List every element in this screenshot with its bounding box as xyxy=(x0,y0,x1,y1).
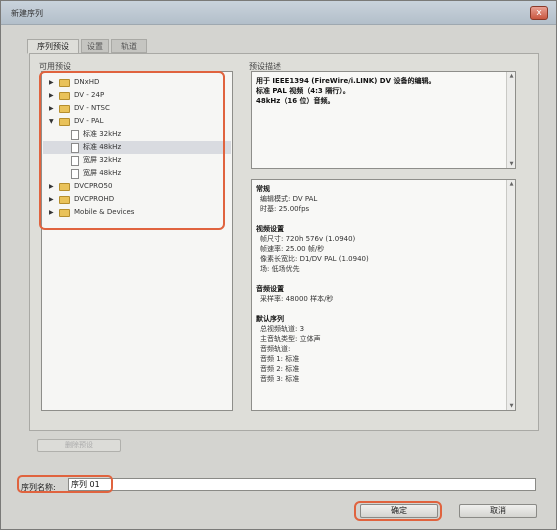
details-line: 音频 1: 标准 xyxy=(260,355,300,363)
preset-description-box: 用于 IEEE1394 (FireWire/i.LINK) DV 设备的编辑。 … xyxy=(251,71,516,169)
details-line: 总视频轨道: 3 xyxy=(260,325,305,333)
window-title: 新建序列 xyxy=(11,9,43,18)
scroll-down-icon[interactable]: ▼ xyxy=(508,403,515,409)
details-line: 帧尺寸: 720h 576v (1.0940) xyxy=(260,235,356,243)
delete-preset-button[interactable]: 删除预设 xyxy=(37,439,121,452)
preset-details-box: 常规编辑模式: DV PAL 时基: 25.00fps 视频设置帧尺寸: 720h … xyxy=(251,179,516,411)
ok-highlight-frame xyxy=(354,501,442,521)
details-heading: 常规 xyxy=(256,185,270,193)
details-line: 帧速率: 25.00 帧/秒 xyxy=(260,245,325,253)
cancel-button[interactable]: 取消 xyxy=(459,504,537,518)
tab-tracks[interactable]: 轨道 xyxy=(111,39,147,53)
details-heading: 音频设置 xyxy=(256,285,284,293)
tab-settings[interactable]: 设置 xyxy=(81,39,109,53)
description-scrollbar[interactable]: ▲ ▼ xyxy=(506,72,515,168)
description-line: 用于 IEEE1394 (FireWire/i.LINK) DV 设备的编辑。 xyxy=(256,77,436,85)
details-line: 音频 2: 标准 xyxy=(260,365,300,373)
details-line: 像素长宽比: D1/DV PAL (1.0940) xyxy=(260,255,369,263)
details-line: 音频 3: 标准 xyxy=(260,375,300,383)
close-button[interactable]: x xyxy=(530,6,548,20)
tab-sequence-presets[interactable]: 序列预设 xyxy=(27,39,79,54)
details-heading: 默认序列 xyxy=(256,315,284,323)
details-line: 采样率: 48000 样本/秒 xyxy=(260,295,334,303)
details-line: 编辑模式: DV PAL xyxy=(260,195,318,203)
description-line: 48kHz（16 位）音频。 xyxy=(256,97,335,105)
scroll-up-icon[interactable]: ▲ xyxy=(508,73,515,79)
details-line: 音频轨道: xyxy=(260,345,291,353)
sequence-name-highlight-frame xyxy=(17,475,113,493)
details-heading: 视频设置 xyxy=(256,225,284,233)
details-line: 场: 低场优先 xyxy=(260,265,300,273)
scroll-up-icon[interactable]: ▲ xyxy=(508,181,515,187)
description-line: 标准 PAL 视频（4:3 隔行）。 xyxy=(256,87,350,95)
sequence-name-input[interactable] xyxy=(68,478,536,491)
scroll-down-icon[interactable]: ▼ xyxy=(508,161,515,167)
title-bar[interactable]: 新建序列 x xyxy=(1,1,556,25)
presets-highlight-frame xyxy=(39,71,225,230)
details-line: 时基: 25.00fps xyxy=(260,205,310,213)
details-scrollbar[interactable]: ▲ ▼ xyxy=(506,180,515,410)
details-line: 主音轨类型: 立体声 xyxy=(260,335,321,343)
new-sequence-dialog: 新建序列 x 序列预设 设置 轨道 可用预设 预设描述 ▶ DNxHD ▶ DV - … xyxy=(0,0,557,530)
